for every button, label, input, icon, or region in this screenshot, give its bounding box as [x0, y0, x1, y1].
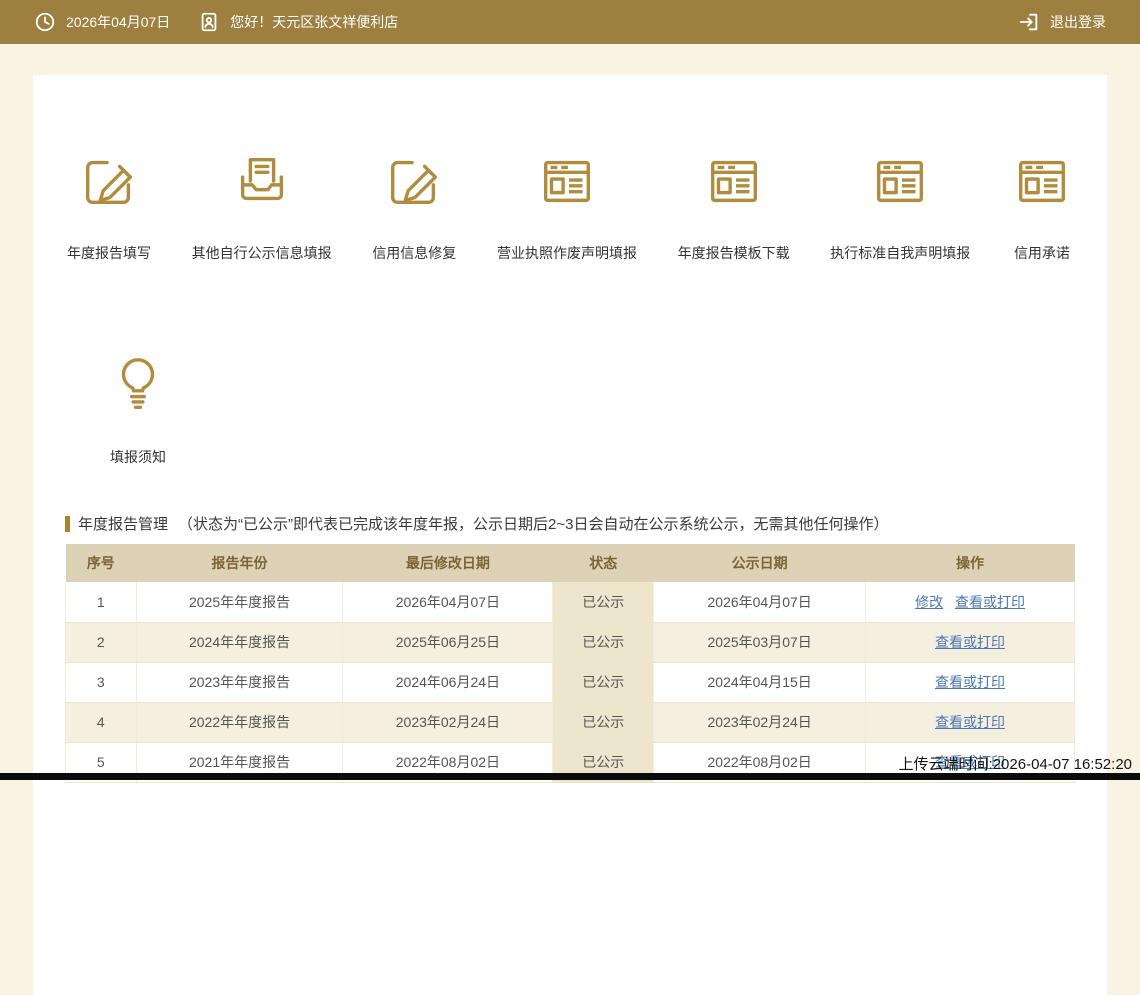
notice-label: 填报须知: [110, 447, 166, 467]
col-header-no: 序号: [66, 544, 137, 582]
cell-actions: 查看或打印: [866, 662, 1075, 702]
shortcut-other-public-info[interactable]: 其他自行公示信息填报: [192, 147, 332, 263]
view-print-link[interactable]: 查看或打印: [955, 594, 1025, 610]
table-row: 1 2025年年度报告 2026年04月07日 已公示 2026年04月07日 …: [66, 582, 1075, 622]
bottom-bar: [0, 773, 1140, 780]
cell-year: 2025年年度报告: [136, 582, 343, 622]
status-badge: 已公示: [553, 582, 654, 622]
cell-publish: 2023年02月24日: [654, 702, 866, 742]
topbar: 2026年04月07日 您好！天元区张文祥便利店 退出登录: [0, 0, 1140, 44]
modify-link[interactable]: 修改: [915, 594, 943, 610]
table-row: 2 2024年年度报告 2025年06月25日 已公示 2025年03月07日 …: [66, 622, 1075, 662]
section-title: 年度报告管理: [78, 513, 168, 534]
upload-time-text: 上传云端时间:2026-04-07 16:52:20: [899, 753, 1132, 774]
shortcut-label: 年度报告模板下载: [678, 243, 790, 263]
logout-label: 退出登录: [1050, 12, 1106, 32]
bulb-icon: [107, 351, 169, 419]
shortcut-label: 年度报告填写: [67, 243, 151, 263]
section-head: 年度报告管理 （状态为“已公示”即代表已完成该年度年报，公示日期后2~3日会自动…: [65, 513, 1075, 534]
shortcut-annual-report-fill[interactable]: 年度报告填写: [67, 147, 151, 263]
logout-icon: [1018, 11, 1040, 33]
table-header-row: 序号 报告年份 最后修改日期 状态 公示日期 操作: [66, 544, 1075, 582]
status-badge: 已公示: [553, 622, 654, 662]
cell-no: 3: [66, 662, 137, 702]
shortcut-filling-notice[interactable]: 填报须知: [89, 351, 187, 467]
view-print-link[interactable]: 查看或打印: [935, 714, 1005, 730]
edit-doc-icon: [78, 147, 140, 215]
section-subtitle: （状态为“已公示”即代表已完成该年度年报，公示日期后2~3日会自动在公示系统公示…: [178, 513, 888, 534]
col-header-publish: 公示日期: [654, 544, 866, 582]
cell-year: 2024年年度报告: [136, 622, 343, 662]
cell-modified: 2024年06月24日: [343, 662, 553, 702]
annual-report-table: 序号 报告年份 最后修改日期 状态 公示日期 操作 1 2025年年度报告 20…: [65, 544, 1075, 783]
current-date: 2026年04月07日: [66, 12, 170, 32]
shortcut-label: 执行标准自我声明填报: [830, 243, 970, 263]
cell-year: 2022年年度报告: [136, 702, 343, 742]
main-card: 年度报告填写 其他自行公示信息填报 信用信息修复: [33, 75, 1107, 995]
cell-no: 4: [66, 702, 137, 742]
view-print-link[interactable]: 查看或打印: [935, 634, 1005, 650]
cell-year: 2023年年度报告: [136, 662, 343, 702]
col-header-modified: 最后修改日期: [343, 544, 553, 582]
shortcut-label: 信用信息修复: [372, 243, 456, 263]
status-badge: 已公示: [553, 702, 654, 742]
inbox-doc-icon: [231, 147, 293, 215]
shortcut-credit-repair[interactable]: 信用信息修复: [372, 147, 456, 263]
clock-icon: [34, 11, 56, 33]
logout-button[interactable]: 退出登录: [1018, 11, 1106, 33]
shortcut-license-void-declare[interactable]: 营业执照作废声明填报: [497, 147, 637, 263]
edit-doc-icon: [383, 147, 445, 215]
cell-publish: 2026年04月07日: [654, 582, 866, 622]
status-badge: 已公示: [553, 662, 654, 702]
cell-modified: 2026年04月07日: [343, 582, 553, 622]
shortcut-label: 其他自行公示信息填报: [192, 243, 332, 263]
section-marker: [65, 516, 70, 532]
cell-no: 2: [66, 622, 137, 662]
table-row: 3 2023年年度报告 2024年06月24日 已公示 2024年04月15日 …: [66, 662, 1075, 702]
shortcut-row: 年度报告填写 其他自行公示信息填报 信用信息修复: [33, 75, 1107, 263]
col-header-year: 报告年份: [136, 544, 343, 582]
cell-modified: 2023年02月24日: [343, 702, 553, 742]
form-icon: [703, 147, 765, 215]
form-icon: [536, 147, 598, 215]
shortcut-label: 信用承诺: [1014, 243, 1070, 263]
cell-actions: 查看或打印: [866, 622, 1075, 662]
cell-publish: 2024年04月15日: [654, 662, 866, 702]
form-icon: [1011, 147, 1073, 215]
cell-modified: 2025年06月25日: [343, 622, 553, 662]
shortcut-label: 营业执照作废声明填报: [497, 243, 637, 263]
cell-actions: 查看或打印: [866, 702, 1075, 742]
cell-actions: 修改 查看或打印: [866, 582, 1075, 622]
cell-publish: 2025年03月07日: [654, 622, 866, 662]
cell-no: 1: [66, 582, 137, 622]
user-badge-icon: [198, 11, 220, 33]
shortcut-template-download[interactable]: 年度报告模板下载: [678, 147, 790, 263]
form-icon: [869, 147, 931, 215]
shortcut-credit-commitment[interactable]: 信用承诺: [1011, 147, 1073, 263]
col-header-actions: 操作: [866, 544, 1075, 582]
user-greeting: 您好！天元区张文祥便利店: [230, 12, 398, 32]
table-row: 4 2022年年度报告 2023年02月24日 已公示 2023年02月24日 …: [66, 702, 1075, 742]
view-print-link[interactable]: 查看或打印: [935, 674, 1005, 690]
shortcut-standard-self-declare[interactable]: 执行标准自我声明填报: [830, 147, 970, 263]
col-header-status: 状态: [553, 544, 654, 582]
